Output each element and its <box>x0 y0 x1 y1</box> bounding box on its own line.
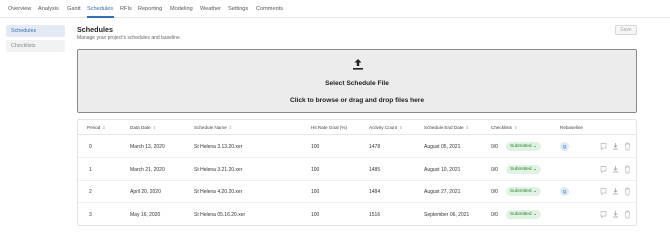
cell-checklists: 0/0 <box>491 189 498 195</box>
cell-end-date: September 06, 2021 <box>424 211 470 218</box>
sort-icon[interactable]: ⇕ <box>514 125 517 130</box>
chevron-down-icon: ⌄ <box>531 211 537 217</box>
chevron-down-icon: ⌄ <box>531 189 537 194</box>
tab-schedules[interactable]: Schedules <box>87 6 113 12</box>
upload-icon <box>353 59 363 70</box>
dropzone-title: Select Schedule File <box>325 80 389 87</box>
trash-icon[interactable] <box>624 210 631 219</box>
col-end-date[interactable]: Schedule End Date ⇕ <box>424 125 469 130</box>
cell-schedule-name: St Helena 4.20.20.xer <box>194 189 243 195</box>
cell-activity-count: 1484 <box>369 189 381 195</box>
cell-activity-count: 1478 <box>369 144 381 150</box>
page-subtitle: Manage your project's schedules and base… <box>77 35 182 41</box>
sidebar: Schedules Checklists <box>6 25 65 55</box>
save-button[interactable]: Save <box>615 25 637 35</box>
cell-period: 0 <box>89 144 92 150</box>
comment-icon[interactable] <box>600 187 607 196</box>
trash-icon[interactable] <box>624 187 631 196</box>
cell-hit-rate: 100 <box>311 166 320 173</box>
cell-checklists: 0/0 <box>491 211 498 218</box>
file-dropzone[interactable]: Select Schedule File Click to browse or … <box>77 49 637 113</box>
cell-period: 2 <box>89 189 92 195</box>
col-schedule-name[interactable]: Schedule Name ⇕ <box>194 125 232 130</box>
status-badge[interactable]: Submitted ⌄ <box>506 142 541 151</box>
sort-icon[interactable]: ⇕ <box>399 125 402 130</box>
cell-end-date: August 10, 2021 <box>424 166 461 173</box>
cell-activity-count: 1516 <box>369 211 381 218</box>
sidebar-item-checklists[interactable]: Checklists <box>6 40 65 52</box>
schedules-table: Period ⇕ Data Date ⇕ Schedule Name ⇕ Hit Ra… <box>77 119 637 226</box>
col-activity-count[interactable]: Activity Count ⇕ <box>369 125 402 130</box>
download-icon[interactable] <box>612 142 619 151</box>
trash-icon[interactable] <box>624 165 631 174</box>
col-rebaseline: Rebaseline <box>560 125 583 130</box>
cell-hit-rate: 100 <box>311 211 320 218</box>
download-icon[interactable] <box>612 210 619 219</box>
status-badge[interactable]: Submitted ⌄ <box>506 187 541 196</box>
sort-icon[interactable]: ⇕ <box>153 125 156 130</box>
tab-comments[interactable]: Comments <box>256 6 283 12</box>
sort-icon[interactable]: ⇕ <box>102 125 105 130</box>
tab-rfis[interactable]: RFIs <box>120 6 132 12</box>
table-row: 3 May 16, 2020 St Helena 05.16.20.xer 100 15… <box>78 204 636 226</box>
chevron-down-icon: ⌄ <box>531 166 537 172</box>
cell-schedule-name: St Helena 3.21.20.xer <box>194 166 243 173</box>
cell-data-date: March 21, 2020 <box>130 166 165 173</box>
chevron-down-icon: ⌄ <box>531 144 537 149</box>
table-header: Period ⇕ Data Date ⇕ Schedule Name ⇕ Hit Ra… <box>78 120 636 135</box>
tab-gantt[interactable]: Gantt <box>67 6 81 12</box>
active-tab-indicator <box>87 16 114 18</box>
cell-end-date: August 27, 2021 <box>424 189 461 195</box>
download-icon[interactable] <box>612 165 619 174</box>
col-hit-rate: Hit Rate Goal (%) <box>311 125 347 130</box>
col-period[interactable]: Period ⇕ <box>87 125 106 130</box>
comment-icon[interactable] <box>600 142 607 151</box>
col-checklists[interactable]: Checklists ⇕ <box>491 125 517 130</box>
sort-icon[interactable]: ⇕ <box>229 125 232 130</box>
cell-hit-rate: 100 <box>311 189 320 195</box>
download-icon[interactable] <box>612 187 619 196</box>
tab-modeling[interactable]: Modeling <box>170 6 193 12</box>
cell-end-date: August 05, 2021 <box>424 144 461 150</box>
cell-period: 3 <box>89 211 92 218</box>
tab-reporting[interactable]: Reporting <box>138 6 162 12</box>
cell-data-date: May 16, 2020 <box>130 211 161 218</box>
table-row: 2 April 20, 2020 St Helena 4.20.20.xer 100 1… <box>78 181 636 203</box>
col-data-date[interactable]: Data Date ⇕ <box>130 125 156 130</box>
cell-checklists: 0/0 <box>491 144 498 150</box>
cell-period: 1 <box>89 166 92 173</box>
cell-data-date: March 13, 2020 <box>130 144 165 150</box>
table-row: 1 March 21, 2020 St Helena 3.21.20.xer 100 1… <box>78 159 636 181</box>
rebaseline-badge[interactable]: Q <box>560 142 569 151</box>
comment-icon[interactable] <box>600 210 607 219</box>
cell-schedule-name: St Helena 05.16.20.xer <box>194 211 246 218</box>
cell-data-date: April 20, 2020 <box>130 189 161 195</box>
cell-schedule-name: St Helena 3.13.20.xer <box>194 144 243 150</box>
tab-weather[interactable]: Weather <box>200 6 221 12</box>
table-row: 0 March 13, 2020 St Helena 3.13.20.xer 100 1… <box>78 136 636 158</box>
tab-settings[interactable]: Settings <box>228 6 248 12</box>
cell-hit-rate: 100 <box>311 144 320 150</box>
top-nav: Overview Analysis Gantt Schedules RFIs R… <box>0 0 670 18</box>
cell-activity-count: 1485 <box>369 166 381 173</box>
tab-overview[interactable]: Overview <box>8 6 31 12</box>
cell-checklists: 0/0 <box>491 166 498 173</box>
page-title: Schedules <box>77 25 113 34</box>
sidebar-item-schedules[interactable]: Schedules <box>6 25 65 37</box>
status-badge[interactable]: Submitted ⌄ <box>506 209 541 219</box>
rebaseline-badge[interactable]: Q <box>560 187 569 196</box>
dropzone-subtitle: Click to browse or drag and drop files h… <box>289 97 425 104</box>
sort-icon[interactable]: ⇕ <box>466 125 469 130</box>
trash-icon[interactable] <box>624 142 631 151</box>
status-badge[interactable]: Submitted ⌄ <box>506 164 541 174</box>
comment-icon[interactable] <box>600 165 607 174</box>
tab-analysis[interactable]: Analysis <box>38 6 59 12</box>
